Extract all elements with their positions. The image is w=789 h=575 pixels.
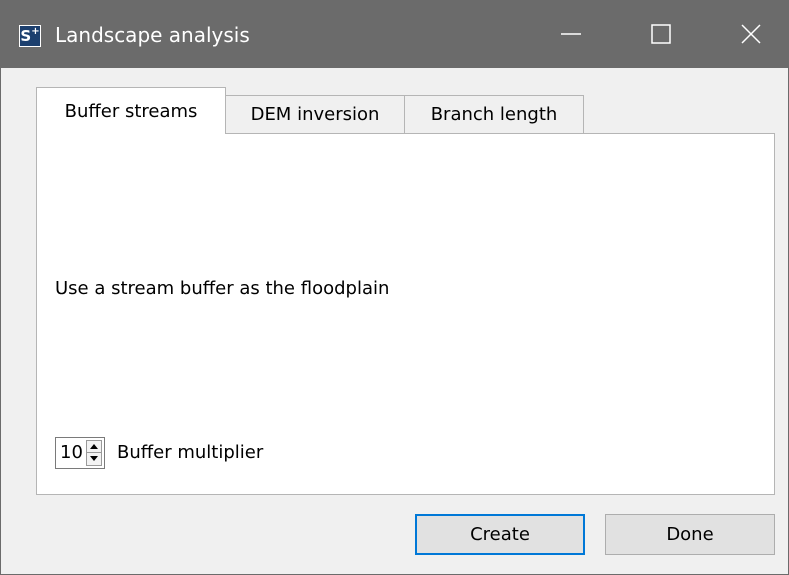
window-title: Landscape analysis — [55, 23, 250, 47]
minimize-icon — [561, 33, 581, 35]
title-bar[interactable]: S+ Landscape analysis — [1, 0, 789, 68]
app-icon-letter: S — [20, 27, 32, 45]
app-icon-superscript: + — [31, 26, 40, 37]
buffer-multiplier-label: Buffer multiplier — [117, 442, 264, 463]
tab-branch-length[interactable]: Branch length — [404, 95, 584, 134]
maximize-icon — [651, 24, 671, 44]
landscape-analysis-window: S+ Landscape analysis Buffer streams DEM… — [0, 0, 789, 575]
buffer-multiplier-spinbox[interactable]: 10 — [55, 437, 105, 469]
done-button[interactable]: Done — [605, 514, 775, 555]
spin-up-icon[interactable] — [87, 441, 101, 453]
app-icon: S+ — [19, 25, 41, 47]
buffer-multiplier-value[interactable]: 10 — [60, 442, 83, 464]
tab-panel: Use a stream buffer as the floodplain 10… — [36, 133, 775, 495]
minimize-button[interactable] — [539, 0, 603, 68]
tab-dem-inversion[interactable]: DEM inversion — [225, 95, 405, 134]
close-button[interactable] — [719, 0, 783, 68]
tab-buffer-streams[interactable]: Buffer streams — [36, 87, 226, 134]
spin-buttons — [86, 440, 102, 466]
maximize-button[interactable] — [629, 0, 693, 68]
close-icon — [741, 24, 761, 44]
description-text: Use a stream buffer as the floodplain — [55, 278, 390, 299]
create-button[interactable]: Create — [415, 514, 585, 555]
spin-down-icon[interactable] — [87, 453, 101, 465]
